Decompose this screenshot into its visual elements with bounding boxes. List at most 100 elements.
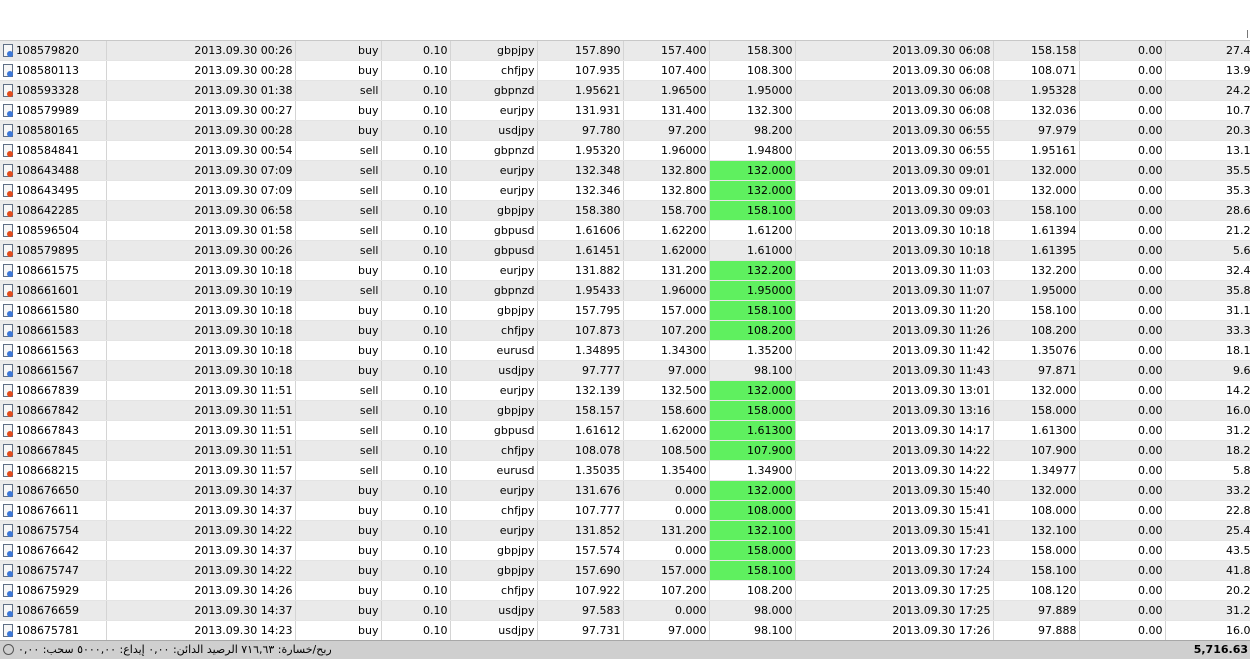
table-row[interactable]: 108675754 2013.09.30 14:22 buy 0.10 eurjpy 13…	[0, 520, 1250, 541]
table-row[interactable]: 108661563 2013.09.30 10:18 buy 0.10 eurusd 1.…	[0, 340, 1250, 361]
account-history-grid[interactable]: 108579820 2013.09.30 00:26 buy 0.10 gbpjpy 15…	[0, 40, 1250, 641]
table-row[interactable]: 108661580 2013.09.30 10:18 buy 0.10 gbpjpy 15…	[0, 300, 1250, 321]
cell-profit: 5.60	[1165, 240, 1250, 261]
cell-profit: 20.23	[1165, 580, 1250, 601]
cell-type: buy	[295, 620, 382, 641]
cell-tp: 1.61000	[709, 240, 796, 261]
cell-profit: 13.18	[1165, 140, 1250, 161]
cell-tp: 107.900	[709, 440, 796, 461]
table-row[interactable]: 108667845 2013.09.30 11:51 sell 0.10 chfjpy 1…	[0, 440, 1250, 461]
table-row[interactable]: 108661575 2013.09.30 10:18 buy 0.10 eurjpy 13…	[0, 260, 1250, 281]
cell-profit: 25.41	[1165, 520, 1250, 541]
cell-close-time: 2013.09.30 11:03	[795, 260, 994, 281]
cell-size: 0.10	[381, 100, 451, 121]
cell-close-time: 2013.09.30 06:08	[795, 60, 994, 81]
cell-profit: 33.39	[1165, 320, 1250, 341]
cell-open-time: 2013.09.30 14:37	[106, 500, 296, 521]
table-row[interactable]: 108676611 2013.09.30 14:37 buy 0.10 chfjpy 10…	[0, 500, 1250, 521]
cell-close-price: 1.61394	[993, 220, 1080, 241]
cell-ticket: 108579895	[0, 240, 107, 261]
cell-sl: 132.500	[623, 380, 710, 401]
cell-price: 157.890	[537, 41, 624, 61]
cell-type: sell	[295, 200, 382, 221]
cell-ticket: 108579989	[0, 100, 107, 121]
ticket-number: 108579895	[16, 244, 79, 257]
table-row[interactable]: 108661567 2013.09.30 10:18 buy 0.10 usdjpy 97…	[0, 360, 1250, 381]
table-row[interactable]: 108596504 2013.09.30 01:58 sell 0.10 gbpusd 1…	[0, 220, 1250, 241]
table-row[interactable]: 108579895 2013.09.30 00:26 sell 0.10 gbpusd 1…	[0, 240, 1250, 261]
table-row[interactable]: 108661583 2013.09.30 10:18 buy 0.10 chfjpy 10…	[0, 320, 1250, 341]
table-row[interactable]: 108668215 2013.09.30 11:57 sell 0.10 eurusd 1…	[0, 460, 1250, 481]
cell-size: 0.10	[381, 160, 451, 181]
cell-close-time: 2013.09.30 11:42	[795, 340, 994, 361]
cell-profit: 35.56	[1165, 160, 1250, 181]
cell-price: 107.777	[537, 500, 624, 521]
cell-commission: 0.00	[1079, 580, 1166, 601]
table-row[interactable]: 108676642 2013.09.30 14:37 buy 0.10 gbpjpy 15…	[0, 540, 1250, 561]
table-row[interactable]: 108579820 2013.09.30 00:26 buy 0.10 gbpjpy 15…	[0, 41, 1250, 61]
cell-item: gbpjpy	[450, 540, 538, 561]
cell-open-time: 2013.09.30 10:18	[106, 320, 296, 341]
cell-close-price: 1.35076	[993, 340, 1080, 361]
table-row[interactable]: 108667839 2013.09.30 11:51 sell 0.10 eurjpy 1…	[0, 380, 1250, 401]
cell-close-price: 1.95000	[993, 280, 1080, 301]
cell-size: 0.10	[381, 520, 451, 541]
table-row[interactable]: 108661601 2013.09.30 10:19 sell 0.10 gbpnzd 1…	[0, 280, 1250, 301]
cell-type: sell	[295, 280, 382, 301]
ticket-number: 108643488	[16, 164, 79, 177]
table-row[interactable]: 108667843 2013.09.30 11:51 sell 0.10 gbpusd 1…	[0, 420, 1250, 441]
table-row[interactable]: 108584841 2013.09.30 00:54 sell 0.10 gbpnzd 1…	[0, 140, 1250, 161]
cell-item: gbpjpy	[450, 200, 538, 221]
table-row[interactable]: 108676659 2013.09.30 14:37 buy 0.10 usdjpy 97…	[0, 600, 1250, 621]
cell-open-time: 2013.09.30 10:18	[106, 360, 296, 381]
cell-close-price: 108.200	[993, 320, 1080, 341]
cell-tp: 108.200	[709, 580, 796, 601]
cell-sl: 1.96000	[623, 280, 710, 301]
cell-type: buy	[295, 320, 382, 341]
cell-close-time: 2013.09.30 14:22	[795, 460, 994, 481]
cell-sl: 1.62200	[623, 220, 710, 241]
cell-sl: 97.000	[623, 620, 710, 641]
buy-order-icon	[2, 104, 13, 117]
table-row[interactable]: 108579989 2013.09.30 00:27 buy 0.10 eurjpy 13…	[0, 100, 1250, 121]
table-row[interactable]: 108642285 2013.09.30 06:58 sell 0.10 gbpjpy 1…	[0, 200, 1250, 221]
cell-profit: 16.04	[1165, 620, 1250, 641]
table-row[interactable]: 108580113 2013.09.30 00:28 buy 0.10 chfjpy 10…	[0, 60, 1250, 81]
table-row[interactable]: 108676650 2013.09.30 14:37 buy 0.10 eurjpy 13…	[0, 480, 1250, 501]
cell-open-time: 2013.09.30 14:22	[106, 560, 296, 581]
cell-close-time: 2013.09.30 06:08	[795, 100, 994, 121]
cell-type: sell	[295, 380, 382, 401]
cell-price: 107.873	[537, 320, 624, 341]
cell-tp: 1.34900	[709, 460, 796, 481]
table-row[interactable]: 108675929 2013.09.30 14:26 buy 0.10 chfjpy 10…	[0, 580, 1250, 601]
cell-close-time: 2013.09.30 10:18	[795, 240, 994, 261]
cell-price: 131.852	[537, 520, 624, 541]
table-row[interactable]: 108643495 2013.09.30 07:09 sell 0.10 eurjpy 1…	[0, 180, 1250, 201]
table-row[interactable]: 108667842 2013.09.30 11:51 sell 0.10 gbpjpy 1…	[0, 400, 1250, 421]
cell-price: 1.95320	[537, 140, 624, 161]
cell-sl: 1.62000	[623, 420, 710, 441]
cell-type: buy	[295, 500, 382, 521]
ticket-number: 108579989	[16, 104, 79, 117]
cell-close-time: 2013.09.30 14:17	[795, 420, 994, 441]
cell-profit: 32.49	[1165, 260, 1250, 281]
table-row[interactable]: 108580165 2013.09.30 00:28 buy 0.10 usdjpy 97…	[0, 120, 1250, 141]
cell-tp: 108.200	[709, 320, 796, 341]
table-row[interactable]: 108675781 2013.09.30 14:23 buy 0.10 usdjpy 97…	[0, 620, 1250, 641]
ticket-number: 108580165	[16, 124, 79, 137]
cell-type: buy	[295, 480, 382, 501]
cell-close-price: 158.000	[993, 540, 1080, 561]
buy-order-icon	[2, 524, 13, 537]
table-row[interactable]: 108675747 2013.09.30 14:22 buy 0.10 gbpjpy 15…	[0, 560, 1250, 581]
cell-open-time: 2013.09.30 11:51	[106, 400, 296, 421]
cell-profit: 31.26	[1165, 600, 1250, 621]
table-row[interactable]: 108643488 2013.09.30 07:09 sell 0.10 eurjpy 1…	[0, 160, 1250, 181]
cell-item: usdjpy	[450, 360, 538, 381]
sell-order-icon	[2, 184, 13, 197]
cell-close-price: 97.871	[993, 360, 1080, 381]
table-row[interactable]: 108593328 2013.09.30 01:38 sell 0.10 gbpnzd 1…	[0, 80, 1250, 101]
cell-price: 1.95433	[537, 280, 624, 301]
buy-order-icon	[2, 364, 13, 377]
cell-item: chfjpy	[450, 500, 538, 521]
cell-tp: 98.100	[709, 620, 796, 641]
